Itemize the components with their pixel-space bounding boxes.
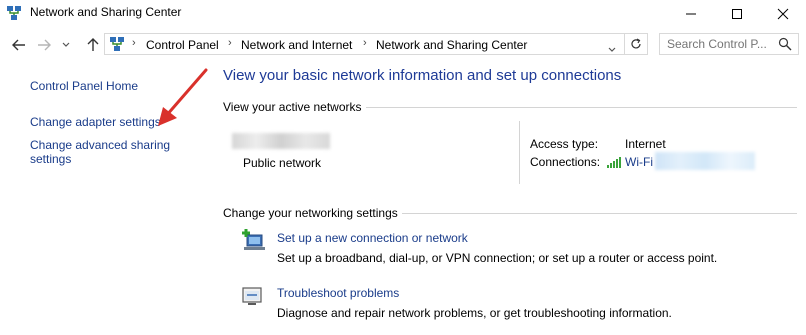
breadcrumb-separator[interactable]: › xyxy=(132,37,136,49)
wifi-connection-link[interactable]: Wi-Fi xyxy=(625,155,653,169)
control-panel-home-link[interactable]: Control Panel Home xyxy=(30,79,138,93)
breadcrumb-separator[interactable]: › xyxy=(228,37,232,49)
setup-connection-description: Set up a broadband, dial-up, or VPN conn… xyxy=(277,251,718,265)
search-box[interactable] xyxy=(659,33,799,55)
active-networks-label: View your active networks xyxy=(223,100,362,114)
wifi-signal-icon xyxy=(607,155,621,173)
breadcrumb-separator[interactable]: › xyxy=(363,37,367,49)
control-panel-icon xyxy=(109,36,125,57)
minimize-icon xyxy=(686,13,696,15)
access-type-label: Access type: xyxy=(530,137,599,151)
breadcrumb-network-sharing-center[interactable]: Network and Sharing Center xyxy=(376,38,527,52)
troubleshoot-icon xyxy=(241,285,265,312)
change-advanced-sharing-link-line2[interactable]: settings xyxy=(30,152,71,166)
new-connection-icon xyxy=(240,228,268,257)
back-button[interactable] xyxy=(8,34,30,56)
close-icon xyxy=(777,8,789,20)
forward-arrow-icon xyxy=(38,39,51,51)
vertical-divider xyxy=(519,121,520,184)
breadcrumb-network-and-internet[interactable]: Network and Internet xyxy=(241,38,352,52)
refresh-button[interactable] xyxy=(624,33,648,55)
access-type-value: Internet xyxy=(625,137,666,151)
change-settings-label: Change your networking settings xyxy=(223,206,398,220)
network-type-link[interactable]: Public network xyxy=(243,156,321,170)
section-divider xyxy=(366,107,797,108)
forward-button[interactable] xyxy=(33,34,55,56)
change-adapter-settings-link[interactable]: Change adapter settings xyxy=(30,115,161,129)
back-arrow-icon xyxy=(12,39,25,51)
annotation-arrow-icon xyxy=(158,68,208,126)
wifi-name-redacted xyxy=(655,152,755,170)
page-title: View your basic network information and … xyxy=(223,67,622,84)
breadcrumb-control-panel[interactable]: Control Panel xyxy=(146,38,219,52)
troubleshoot-description: Diagnose and repair network problems, or… xyxy=(277,306,672,320)
section-divider xyxy=(402,213,797,214)
window-title: Network and Sharing Center xyxy=(30,5,182,19)
search-icon[interactable] xyxy=(778,37,792,56)
setup-connection-link[interactable]: Set up a new connection or network xyxy=(277,231,468,245)
maximize-button[interactable] xyxy=(714,0,760,28)
address-dropdown-button[interactable] xyxy=(608,40,616,58)
change-advanced-sharing-link[interactable]: Change advanced sharing xyxy=(30,138,170,152)
maximize-icon xyxy=(732,9,742,19)
search-input[interactable] xyxy=(667,37,772,51)
connections-label: Connections: xyxy=(530,155,601,169)
close-button[interactable] xyxy=(760,0,806,28)
troubleshoot-link[interactable]: Troubleshoot problems xyxy=(277,286,399,300)
up-button[interactable] xyxy=(82,34,104,56)
refresh-icon xyxy=(631,38,641,49)
minimize-button[interactable] xyxy=(668,0,714,28)
network-name-redacted xyxy=(232,133,330,149)
chevron-down-icon xyxy=(608,47,616,52)
recent-locations-button[interactable] xyxy=(59,34,73,56)
chevron-down-icon xyxy=(62,42,70,47)
up-arrow-icon xyxy=(87,38,99,51)
network-center-icon xyxy=(6,5,22,21)
